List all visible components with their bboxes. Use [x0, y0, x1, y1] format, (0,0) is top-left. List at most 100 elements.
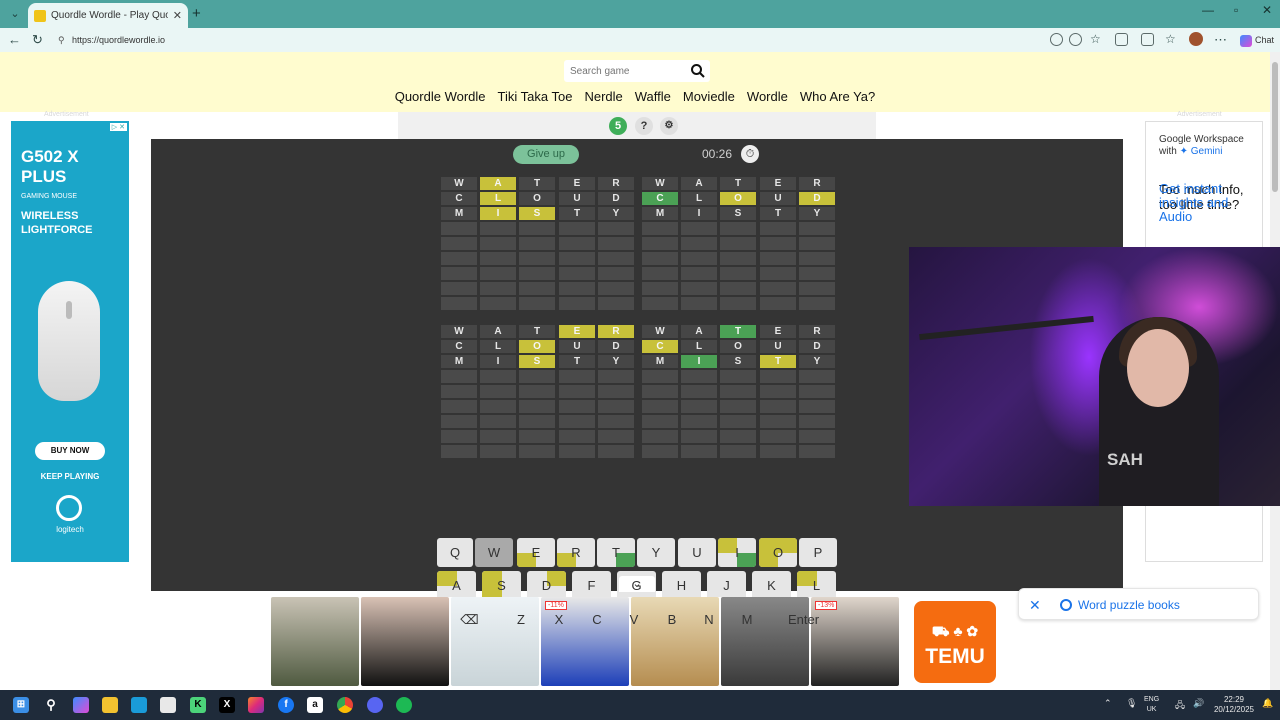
kick-app-icon[interactable]: K [190, 697, 206, 713]
key-s[interactable]: S [482, 571, 521, 600]
key-r[interactable]: R [557, 538, 595, 567]
key-w[interactable]: W [475, 538, 513, 567]
temu-logo[interactable]: ⛟ ♣ ✿ TEMU [914, 601, 996, 683]
taskbar-search-icon[interactable]: ⚲ [43, 697, 59, 713]
key-u[interactable]: U [678, 538, 716, 567]
spotify-icon[interactable] [396, 697, 412, 713]
letter-tile: Y [799, 207, 835, 220]
guess-row: CLOUD [441, 340, 635, 353]
clock[interactable]: 22:29 20/12/2025 [1210, 695, 1258, 715]
search-input[interactable] [564, 60, 680, 82]
volume-icon[interactable]: 🔊 [1193, 698, 1204, 709]
search-icon[interactable] [690, 63, 706, 79]
guess-row: WATER [441, 177, 635, 190]
kids-shirt-product-image[interactable]: -13% [811, 597, 899, 686]
language-indicator[interactable]: ENG UK [1144, 695, 1159, 715]
letter-tile: L [480, 340, 516, 353]
new-tab-icon[interactable]: + [192, 5, 201, 22]
browser-tab[interactable]: Quordle Wordle - Play Quordle Ga... ✕ [28, 3, 188, 28]
bottom-advertisement[interactable]: -11% -13% ⛟ ♣ ✿ TEMU [267, 597, 1007, 690]
key-j[interactable]: J [707, 571, 746, 600]
give-up-button[interactable]: Give up [513, 145, 579, 164]
settings-gear-icon[interactable]: ⚙ [660, 117, 678, 135]
start-windows-icon[interactable]: ⊞ [13, 697, 29, 713]
key-i[interactable]: I [718, 538, 756, 567]
ad-choices-icon[interactable]: ▷ ✕ [109, 123, 127, 131]
discord-icon[interactable] [367, 697, 383, 713]
key-l[interactable]: L [797, 571, 836, 600]
key-a[interactable]: A [437, 571, 476, 600]
game-nav-link[interactable]: Waffle [629, 89, 677, 104]
empty-tile [559, 252, 595, 265]
eyeliner-product-image[interactable] [721, 597, 809, 686]
shorts-product-image[interactable]: -11% [541, 597, 629, 686]
split-screen-icon[interactable] [1141, 33, 1154, 46]
game-nav-link[interactable]: Wordle [741, 89, 794, 104]
key-p[interactable]: P [799, 538, 837, 567]
word-puzzle-label[interactable]: Word puzzle books [1078, 598, 1180, 612]
amazon-icon[interactable]: a [307, 697, 323, 713]
extensions-icon[interactable] [1115, 33, 1128, 46]
microphone-icon[interactable]: 🎙 [1126, 698, 1137, 709]
site-info-icon[interactable]: ⚲ [58, 31, 65, 49]
profile-avatar[interactable] [1189, 32, 1203, 46]
copilot-app-icon[interactable] [73, 697, 89, 713]
zoom-icon[interactable] [1050, 33, 1063, 46]
favorites-icon[interactable]: ☆ [1165, 32, 1176, 46]
refresh-icon[interactable]: ↻ [32, 32, 43, 48]
address-bar[interactable]: ⚲ https://quordlewordle.io [52, 31, 1112, 49]
empty-tile [642, 222, 678, 235]
favorite-star-icon[interactable]: ☆ [1090, 32, 1101, 46]
notifications-icon[interactable]: 🔔 [1262, 698, 1273, 709]
skirt-product-image[interactable] [361, 597, 449, 686]
key-q[interactable]: Q [437, 538, 473, 567]
key-h[interactable]: H [662, 571, 701, 600]
chrome-icon[interactable] [337, 697, 353, 713]
reader-icon[interactable] [1069, 33, 1082, 46]
stopwatch-icon[interactable]: ⏱ [741, 145, 759, 163]
game-nav-link[interactable]: Nerdle [578, 89, 628, 104]
back-icon[interactable]: ← [8, 32, 21, 47]
copilot-chat-button[interactable]: Chat [1240, 31, 1274, 49]
key-f[interactable]: F [572, 571, 611, 600]
key-d[interactable]: D [527, 571, 566, 600]
more-icon[interactable]: ⋯ [1214, 32, 1227, 48]
letter-tile: W [441, 325, 477, 338]
ad-label-left: Advertisement [44, 111, 89, 118]
guesses-left-badge: 5 [609, 117, 627, 135]
game-nav-link[interactable]: Tiki Taka Toe [492, 89, 579, 104]
left-advertisement[interactable]: ▷ ✕ G502 X PLUS GAMING MOUSE WIRELESS LI… [11, 121, 129, 562]
network-icon[interactable]: 🖧 [1175, 698, 1185, 714]
key-label: I [735, 545, 739, 560]
scrollbar-thumb[interactable] [1272, 62, 1278, 192]
key-y[interactable]: Y [637, 538, 675, 567]
store-icon[interactable] [160, 697, 176, 713]
help-button[interactable]: ? [635, 117, 653, 135]
ad-link[interactable]: Get instant insights and Audio [1159, 182, 1261, 224]
wig-product-image[interactable] [631, 597, 719, 686]
minimize-icon[interactable]: — [1202, 3, 1214, 17]
game-nav-link[interactable]: Quordle Wordle [389, 89, 492, 104]
game-nav-link[interactable]: Moviedle [677, 89, 741, 104]
letter-tile: A [681, 177, 717, 190]
facebook-icon[interactable]: f [278, 697, 294, 713]
tray-chevron-icon[interactable]: ⌃ [1104, 698, 1112, 709]
word-puzzle-suggestion[interactable]: ✕ Word puzzle books [1018, 588, 1259, 620]
tab-list-chevron-icon[interactable]: ⌄ [6, 5, 24, 23]
edge-browser-icon[interactable] [131, 697, 147, 713]
buy-now-button[interactable]: BUY NOW [35, 442, 105, 460]
close-icon[interactable]: ✕ [1029, 597, 1041, 614]
key-t[interactable]: T [597, 538, 635, 567]
key-e[interactable]: E [517, 538, 555, 567]
instagram-icon[interactable] [248, 697, 264, 713]
mattress-product-image[interactable] [451, 597, 539, 686]
file-explorer-icon[interactable] [102, 697, 118, 713]
x-app-icon[interactable]: X [219, 697, 235, 713]
key-k[interactable]: K [752, 571, 791, 600]
maximize-icon[interactable]: ▫ [1234, 3, 1238, 17]
sweater-product-image[interactable] [271, 597, 359, 686]
key-o[interactable]: O [759, 538, 797, 567]
tab-close-icon[interactable]: ✕ [173, 9, 182, 22]
close-window-icon[interactable]: ✕ [1262, 3, 1272, 17]
game-nav-link[interactable]: Who Are Ya? [794, 89, 881, 104]
